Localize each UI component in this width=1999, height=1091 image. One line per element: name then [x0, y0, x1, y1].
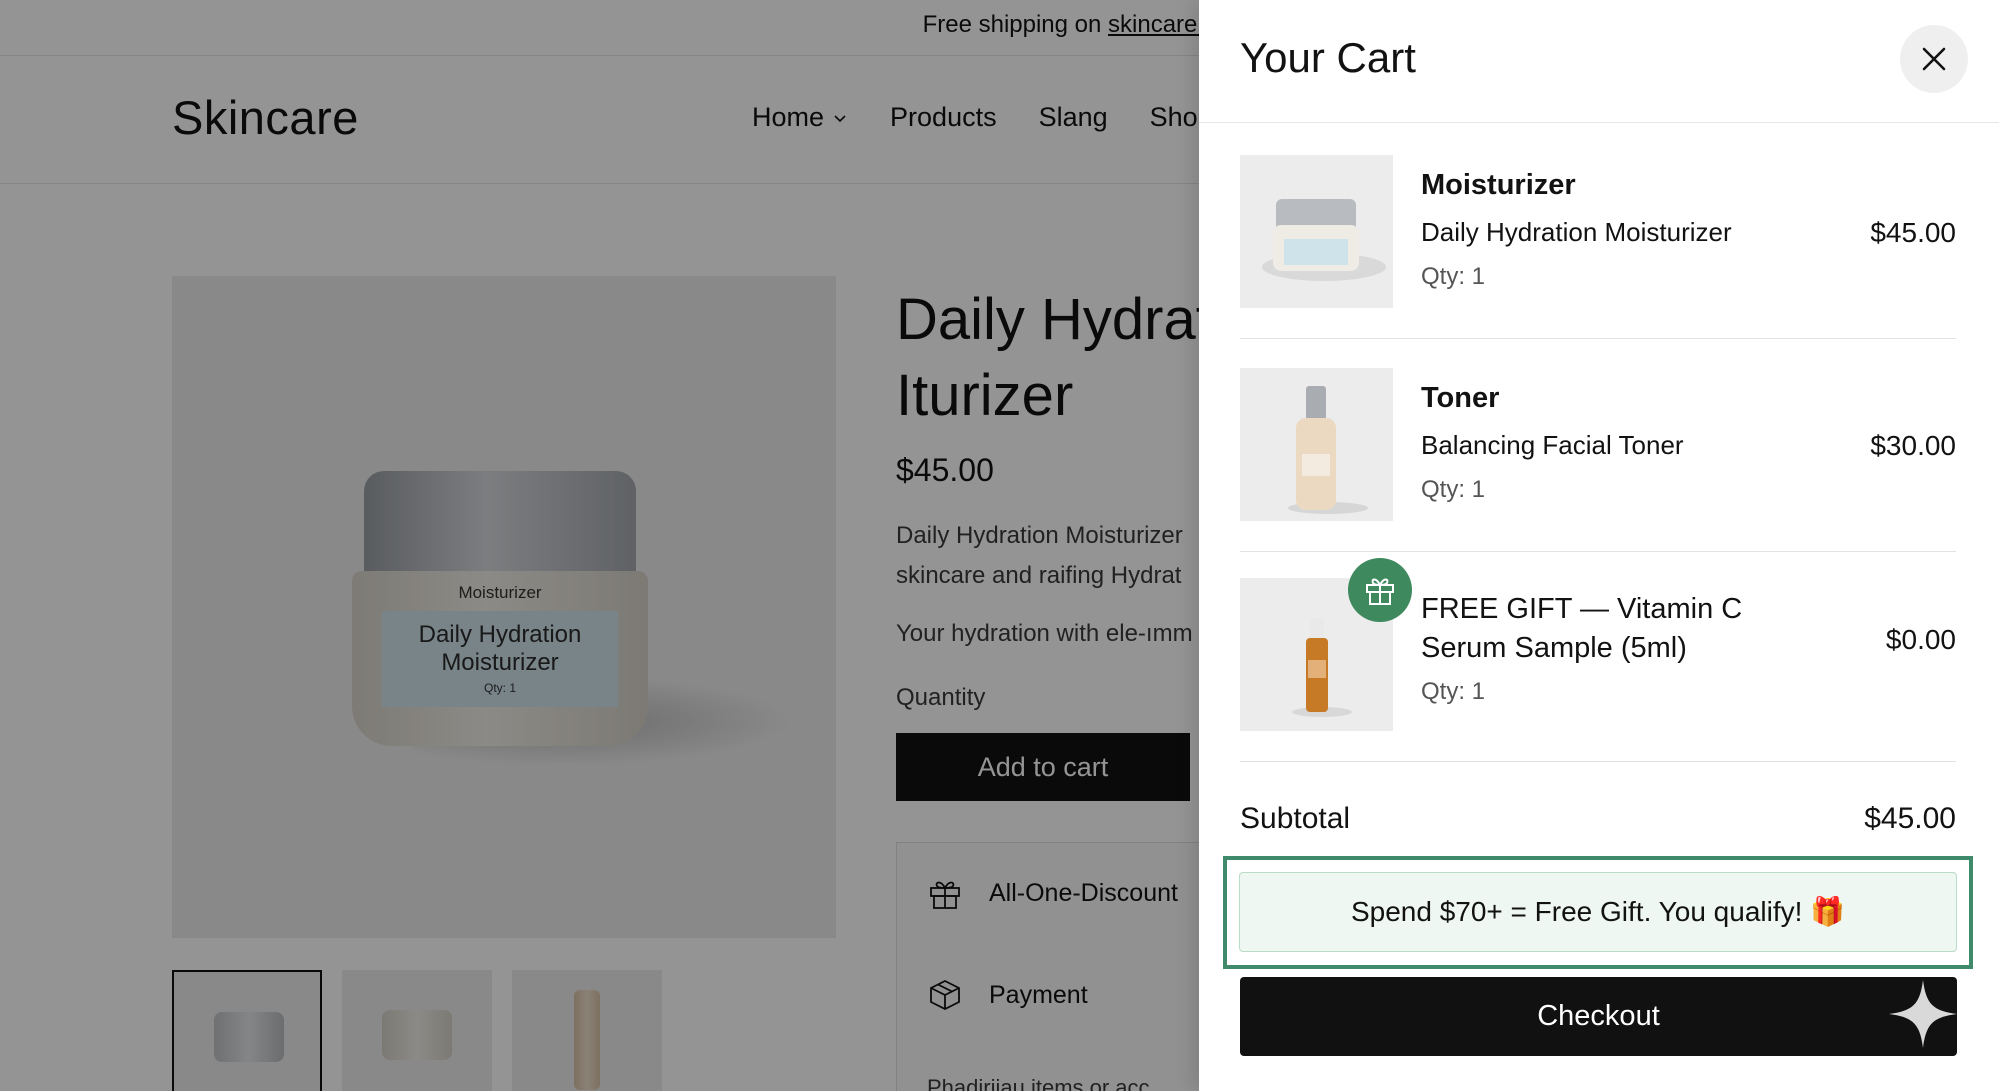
- item-subtitle: Balancing Facial Toner: [1421, 430, 1684, 460]
- item-quantity: Qty: 1: [1421, 678, 1486, 705]
- item-divider: [1240, 551, 1956, 552]
- checkout-button[interactable]: Checkout: [1240, 977, 1957, 1056]
- cart-item-moisturizer: Moisturizer Daily Hydration Moisturizer …: [1240, 155, 1956, 315]
- item-subtitle: Daily Hydration Moisturizer: [1421, 217, 1732, 247]
- item-name[interactable]: Toner: [1421, 382, 1499, 415]
- item-name[interactable]: Moisturizer: [1421, 169, 1576, 202]
- item-image-moisturizer[interactable]: [1240, 155, 1393, 308]
- subtotal-value: $45.00: [1864, 802, 1956, 835]
- cart-title: Your Cart: [1240, 34, 1416, 81]
- promo-highlight: Spend $70+ = Free Gift. You qualify! 🎁: [1223, 856, 1973, 969]
- item-quantity: Qty: 1: [1421, 476, 1486, 503]
- cart-item-free-gift: FREE GIFT — Vitamin C Serum Sample (5ml)…: [1240, 578, 1956, 738]
- close-icon: [1922, 47, 1946, 71]
- item-divider: [1240, 338, 1956, 339]
- item-divider: [1240, 761, 1956, 762]
- cart-item-toner: Toner Balancing Facial Toner Qty: 1 $30.…: [1240, 368, 1956, 528]
- gift-icon: [1366, 578, 1394, 605]
- subtotal-label: Subtotal: [1240, 802, 1351, 835]
- item-price: $45.00: [1870, 217, 1956, 248]
- item-price: $0.00: [1885, 624, 1956, 655]
- toner-bottle-image: [1288, 386, 1368, 514]
- moisturizer-jar-image: [1262, 199, 1386, 281]
- sparkle-icon: [1889, 980, 1957, 1048]
- item-image-toner[interactable]: [1240, 368, 1393, 521]
- gift-badge: [1348, 558, 1412, 622]
- item-price: $30.00: [1870, 430, 1956, 461]
- cart-drawer: Your Cart Moisturizer Daily Hydration Mo…: [1199, 0, 1999, 1091]
- page-dim-overlay[interactable]: [0, 0, 1199, 1091]
- close-cart-button[interactable]: [1900, 25, 1968, 93]
- free-gift-banner: Spend $70+ = Free Gift. You qualify! 🎁: [1239, 872, 1957, 952]
- item-quantity: Qty: 1: [1421, 263, 1486, 290]
- item-name[interactable]: FREE GIFT — Vitamin C Serum Sample (5ml): [1421, 590, 1821, 668]
- cart-header: Your Cart: [1199, 0, 1999, 123]
